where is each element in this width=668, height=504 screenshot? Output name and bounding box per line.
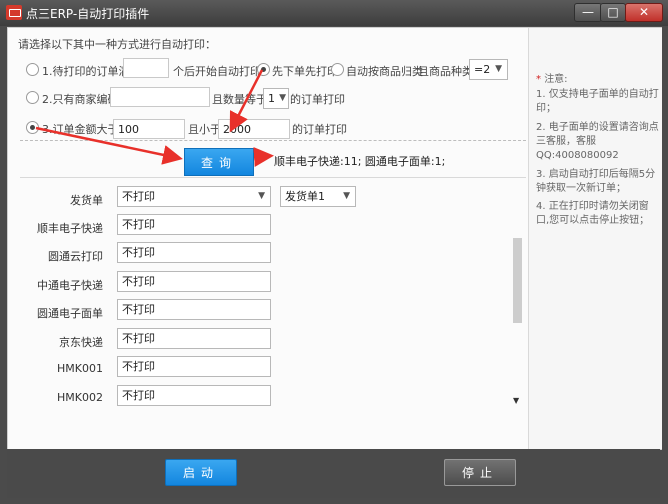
print-type-label: 发货单 xyxy=(70,194,103,207)
print-type-label: HMK002 xyxy=(57,391,103,404)
list-item: 发货单 不打印 ▼ 发货单1 ▼ xyxy=(8,186,518,214)
qty-select-value: 1 xyxy=(268,92,275,105)
print-option-select[interactable]: 不打印 xyxy=(117,328,271,349)
print-option-select[interactable]: 不打印 ▼ xyxy=(117,186,271,207)
note-item: 2. 电子面单的设置请咨询点三客服，客服QQ:4008080092 xyxy=(536,122,659,161)
order-count-input[interactable] xyxy=(123,58,169,78)
divider xyxy=(20,140,526,141)
print-option-value: 不打印 xyxy=(122,332,155,345)
min-amount-input[interactable]: 100 xyxy=(113,119,185,139)
merchant-code-input[interactable] xyxy=(110,87,210,107)
start-button[interactable]: 启动 xyxy=(165,459,237,486)
print-option-select[interactable]: 不打印 xyxy=(117,299,271,320)
query-result: 顺丰电子快递:11; 圆通电子面单:1; xyxy=(274,155,446,168)
print-option-value: 不打印 xyxy=(122,303,155,316)
qty-label: 且数量等于 xyxy=(212,93,267,106)
print-option-value: 不打印 xyxy=(122,246,155,259)
option1-label: 1.待打印的订单满 xyxy=(42,65,130,78)
print-option-value: 不打印 xyxy=(122,218,155,231)
app-logo-icon xyxy=(6,5,22,20)
maximize-button[interactable]: □ xyxy=(600,3,626,22)
first-order-first-label: 先下单先打印 xyxy=(272,65,338,78)
print-settings-list[interactable]: 发货单 不打印 ▼ 发货单1 ▼ 顺丰电子快递 不打印 圆通云打印 不打印 中通… xyxy=(8,178,526,410)
group-by-product-radio[interactable] xyxy=(331,63,344,76)
notes-title-text: 注意: xyxy=(544,74,568,85)
notes-panel: * 注意: 1. 仅支持电子面单的自动打印； 2. 电子面单的设置请咨询点三客服… xyxy=(528,28,662,449)
list-item: 京东快递 不打印 xyxy=(8,328,518,356)
list-item: HMK002 不打印 xyxy=(8,385,518,410)
option1-suffix: 个后开始自动打印; xyxy=(173,65,265,78)
invoice-template-select[interactable]: 发货单1 ▼ xyxy=(280,186,356,207)
option3-suffix: 的订单打印 xyxy=(292,123,347,136)
chevron-down-icon: ▼ xyxy=(343,191,350,201)
print-option-select[interactable]: 不打印 xyxy=(117,214,271,235)
print-option-value: 不打印 xyxy=(122,190,155,203)
max-amount-input[interactable]: 2000 xyxy=(218,119,290,139)
list-item: 顺丰电子快递 不打印 xyxy=(8,214,518,242)
option2-suffix: 的订单打印 xyxy=(290,93,345,106)
group-by-product-label: 自动按商品归类 xyxy=(346,65,423,78)
query-button[interactable]: 查询 xyxy=(184,148,254,176)
note-item: 3. 启动自动打印后每隔5分钟获取一次新订单； xyxy=(536,169,656,194)
chevron-down-icon: ▼ xyxy=(279,93,286,103)
option2-radio[interactable] xyxy=(26,91,39,104)
instruction-text: 请选择以下其中一种方式进行自动打印： xyxy=(18,38,216,51)
chevron-down-icon: ▼ xyxy=(258,191,265,201)
list-item: 圆通云打印 不打印 xyxy=(8,242,518,270)
category-select-value: =2 xyxy=(474,63,491,76)
minimize-button[interactable]: — xyxy=(574,3,602,22)
note-item: 4. 正在打印时请勿关闭窗口,您可以点击停止按钮； xyxy=(536,201,650,226)
print-type-label: 圆通云打印 xyxy=(48,250,103,263)
list-item: 圆通电子面单 不打印 xyxy=(8,299,518,327)
print-type-label: 中通电子快递 xyxy=(37,279,103,292)
list-item: HMK001 不打印 xyxy=(8,356,518,384)
note-item: 1. 仅支持电子面单的自动打印； xyxy=(536,89,659,114)
category-label: 且商品种类 xyxy=(418,65,473,78)
print-type-label: HMK001 xyxy=(57,362,103,375)
scroll-down-icon[interactable]: ▼ xyxy=(513,396,519,405)
invoice-template-value: 发货单1 xyxy=(285,190,325,203)
footer-bar: 启动 停止 xyxy=(7,449,660,498)
print-type-label: 京东快递 xyxy=(59,336,103,349)
print-option-select[interactable]: 不打印 xyxy=(117,271,271,292)
option3-label: 3.订单金额大于 xyxy=(42,123,119,136)
asterisk-icon: * xyxy=(536,74,545,85)
qty-select[interactable]: 1 ▼ xyxy=(263,88,289,109)
list-item: 中通电子快递 不打印 xyxy=(8,271,518,299)
chevron-down-icon: ▼ xyxy=(495,64,502,74)
option1-radio[interactable] xyxy=(26,63,39,76)
first-order-first-radio[interactable] xyxy=(257,63,270,76)
print-option-select[interactable]: 不打印 xyxy=(117,385,271,406)
print-type-label: 顺丰电子快递 xyxy=(37,222,103,235)
print-option-value: 不打印 xyxy=(122,360,155,373)
scroll-thumb[interactable] xyxy=(513,238,522,323)
print-option-select[interactable]: 不打印 xyxy=(117,242,271,263)
window-title: 点三ERP-自动打印插件 xyxy=(26,7,150,21)
option3-radio[interactable] xyxy=(26,121,39,134)
stop-button[interactable]: 停止 xyxy=(444,459,516,486)
title-bar[interactable]: 点三ERP-自动打印插件 — □ ✕ xyxy=(0,0,668,26)
option2-label: 2.只有商家编码 xyxy=(42,93,119,106)
category-select[interactable]: =2 ▼ xyxy=(469,59,508,80)
print-option-value: 不打印 xyxy=(122,389,155,402)
list-scrollbar[interactable]: ▼ xyxy=(512,178,524,410)
print-option-value: 不打印 xyxy=(122,275,155,288)
notes-title: * 注意: xyxy=(536,70,568,85)
main-panel: 请选择以下其中一种方式进行自动打印： 1.待打印的订单满 个后开始自动打印; 先… xyxy=(7,27,662,450)
less-than-label: 且小于 xyxy=(188,123,221,136)
app-window: 点三ERP-自动打印插件 — □ ✕ 请选择以下其中一种方式进行自动打印： 1.… xyxy=(0,0,668,504)
print-option-select[interactable]: 不打印 xyxy=(117,356,271,377)
close-button[interactable]: ✕ xyxy=(625,3,663,22)
print-type-label: 圆通电子面单 xyxy=(37,307,103,320)
